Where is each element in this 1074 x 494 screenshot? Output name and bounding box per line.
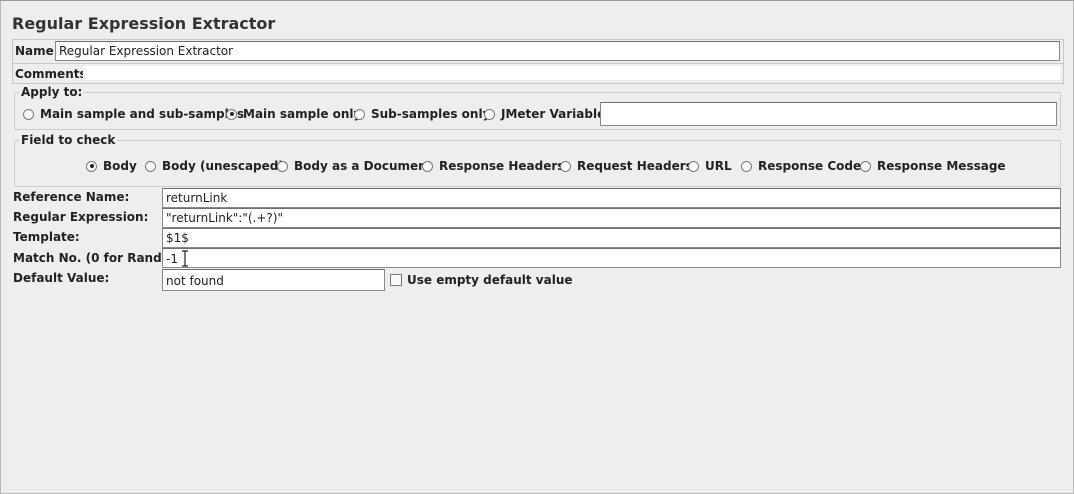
radio-icon — [277, 160, 288, 172]
radio-request-headers[interactable]: Request Headers — [560, 159, 693, 173]
template-label: Template: — [13, 230, 80, 244]
radio-jmeter-variable[interactable]: JMeter Variable — [484, 107, 605, 121]
radio-sub-only[interactable]: Sub-samples only — [354, 107, 490, 121]
radio-icon — [23, 108, 34, 120]
radio-icon — [145, 160, 156, 172]
regular-expression-input[interactable]: "returnLink":"(.+?)" — [162, 208, 1061, 228]
radio-icon — [422, 160, 433, 172]
reference-name-label: Reference Name: — [13, 190, 130, 204]
radio-main-only[interactable]: Main sample only — [226, 107, 361, 121]
comments-input[interactable] — [83, 66, 1060, 80]
default-value-input[interactable]: not found — [162, 269, 385, 291]
radio-icon — [560, 160, 571, 172]
use-empty-default-checkbox[interactable]: Use empty default value — [390, 273, 573, 287]
panel-title: Regular Expression Extractor — [12, 14, 276, 33]
radio-selected-icon — [226, 108, 237, 120]
template-input[interactable]: $1$ — [162, 228, 1061, 248]
field-to-check-legend: Field to check — [21, 133, 116, 147]
radio-body[interactable]: Body — [86, 159, 137, 173]
checkbox-icon — [390, 274, 402, 286]
regular-expression-label: Regular Expression: — [13, 210, 149, 224]
apply-to-legend: Apply to: — [21, 85, 83, 99]
radio-response-message[interactable]: Response Message — [860, 159, 1006, 173]
radio-response-code[interactable]: Response Code — [741, 159, 861, 173]
reference-name-input[interactable]: returnLink — [162, 188, 1061, 208]
radio-body-as-document[interactable]: Body as a Document — [277, 159, 432, 173]
comments-label: Comments: — [15, 67, 92, 81]
radio-icon — [484, 108, 495, 120]
default-value-label: Default Value: — [13, 271, 110, 285]
radio-icon — [354, 108, 365, 120]
radio-icon — [860, 160, 871, 172]
radio-selected-icon — [86, 160, 97, 172]
radio-response-headers[interactable]: Response Headers — [422, 159, 564, 173]
match-no-input[interactable]: -1 — [162, 248, 1061, 268]
name-label: Name: — [15, 44, 59, 58]
name-input[interactable]: Regular Expression Extractor — [55, 41, 1060, 61]
jmeter-variable-input[interactable] — [600, 102, 1057, 126]
radio-main-and-sub[interactable]: Main sample and sub-samples — [23, 107, 244, 121]
radio-icon — [741, 160, 752, 172]
radio-body-unescaped[interactable]: Body (unescaped) — [145, 159, 284, 173]
radio-url[interactable]: URL — [688, 159, 732, 173]
text-cursor-icon — [182, 250, 188, 267]
radio-icon — [688, 160, 699, 172]
